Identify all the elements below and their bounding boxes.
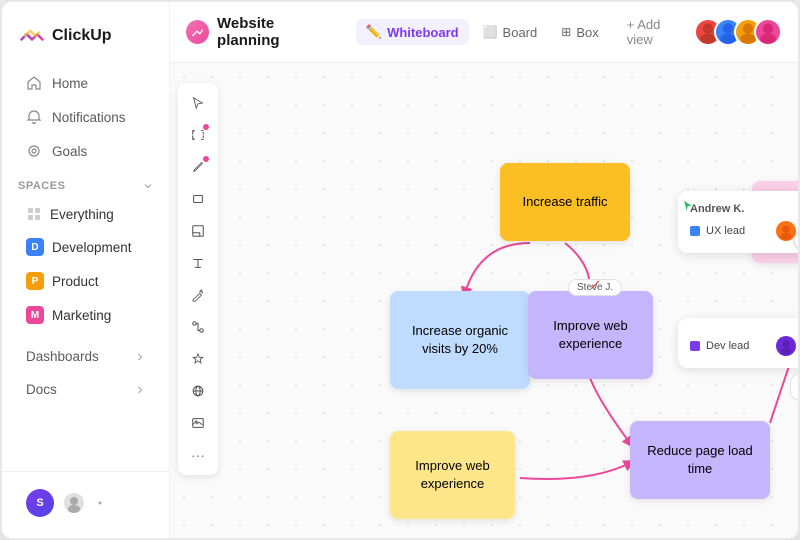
user-menu-dot [96, 499, 104, 507]
logo-text: ClickUp [52, 27, 112, 45]
chevron-right-icon-docs [135, 385, 145, 395]
tool-image[interactable] [184, 409, 212, 437]
sticky-increase-traffic[interactable]: Increase traffic [500, 163, 630, 241]
header-avatars [694, 18, 782, 46]
grid-icon [26, 206, 42, 222]
card-dev[interactable]: Dev lead [678, 318, 798, 368]
clickup-logo-icon [18, 22, 46, 50]
vertical-toolbar: ··· [178, 83, 218, 475]
tool-pen[interactable] [184, 153, 212, 181]
ux-dot [690, 226, 700, 236]
user-avatar: S [26, 489, 54, 517]
dev-lead-task: Dev lead [690, 336, 796, 356]
goals-icon [26, 143, 42, 159]
user-photo [64, 493, 84, 513]
space-product[interactable]: P Product [10, 265, 161, 297]
tool-rect[interactable] [184, 185, 212, 213]
page-icon [186, 20, 209, 44]
sticky-improve-web-2[interactable]: Improve web experience [390, 431, 515, 519]
docs-item[interactable]: Docs [10, 374, 161, 405]
ux-avatar [776, 221, 796, 241]
home-icon [26, 75, 42, 91]
space-everything[interactable]: Everything [10, 199, 161, 229]
development-space-dot: D [26, 238, 44, 256]
board-tab-icon: ⬜ [483, 25, 498, 39]
chevron-right-icon [135, 352, 145, 362]
nav-notifications[interactable]: Notifications [10, 101, 161, 133]
tab-box[interactable]: ⊞ Box [551, 20, 608, 45]
tool-cursor[interactable] [184, 89, 212, 117]
nav-goals[interactable]: Goals [10, 135, 161, 167]
main-area: Website planning ✏️ Whiteboard ⬜ Board ⊞… [170, 2, 798, 538]
logo[interactable]: ClickUp [2, 14, 169, 66]
space-development[interactable]: D Development [10, 231, 161, 263]
andrew-name: Andrew K. [690, 203, 796, 215]
sticky-reduce-page-load[interactable]: Reduce page load time [630, 421, 770, 499]
sidebar: ClickUp Home Notifications Goals Spaces [2, 2, 170, 538]
add-view-button[interactable]: + Add view [617, 12, 686, 52]
product-space-dot: P [26, 272, 44, 290]
tool-connector[interactable] [184, 313, 212, 341]
header-tabs: ✏️ Whiteboard ⬜ Board ⊞ Box + Add view [356, 12, 686, 52]
badge-nikita: Nikita Q. [790, 373, 798, 401]
spaces-section-header: Spaces [2, 168, 169, 198]
whiteboard-tab-icon: ✏️ [366, 24, 382, 40]
bell-icon [26, 109, 42, 125]
tool-frame[interactable] [184, 121, 212, 149]
space-marketing[interactable]: M Marketing [10, 299, 161, 331]
tab-whiteboard[interactable]: ✏️ Whiteboard [356, 19, 469, 45]
sticky-improve-web-1[interactable]: Improve web experience [528, 291, 653, 379]
tool-more[interactable]: ··· [184, 441, 212, 469]
pencil-indicator [588, 278, 602, 297]
user-section: S [2, 471, 169, 526]
avatar-4 [754, 18, 782, 46]
ux-lead-task: UX lead [690, 221, 796, 241]
tool-text[interactable] [184, 249, 212, 277]
page-title: Website planning [217, 15, 336, 49]
tool-magic[interactable] [184, 281, 212, 309]
marketing-space-dot: M [26, 306, 44, 324]
header: Website planning ✏️ Whiteboard ⬜ Board ⊞… [170, 2, 798, 63]
card-andrew[interactable]: Andrew K. UX lead [678, 191, 798, 253]
tool-globe[interactable] [184, 377, 212, 405]
box-tab-icon: ⊞ [561, 25, 571, 39]
chevron-down-icon [143, 181, 153, 191]
tool-star[interactable] [184, 345, 212, 373]
dashboards-item[interactable]: Dashboards [10, 341, 161, 372]
tool-sticky[interactable] [184, 217, 212, 245]
tab-board[interactable]: ⬜ Board [473, 20, 548, 45]
cursor-indicator [682, 198, 694, 219]
nav-home[interactable]: Home [10, 67, 161, 99]
dev-dot [690, 341, 700, 351]
whiteboard-canvas[interactable]: ··· [170, 63, 798, 538]
dev-avatar [776, 336, 796, 356]
user-profile[interactable]: S [10, 481, 161, 525]
sticky-increase-organic[interactable]: Increase organic visits by 20% [390, 291, 530, 389]
